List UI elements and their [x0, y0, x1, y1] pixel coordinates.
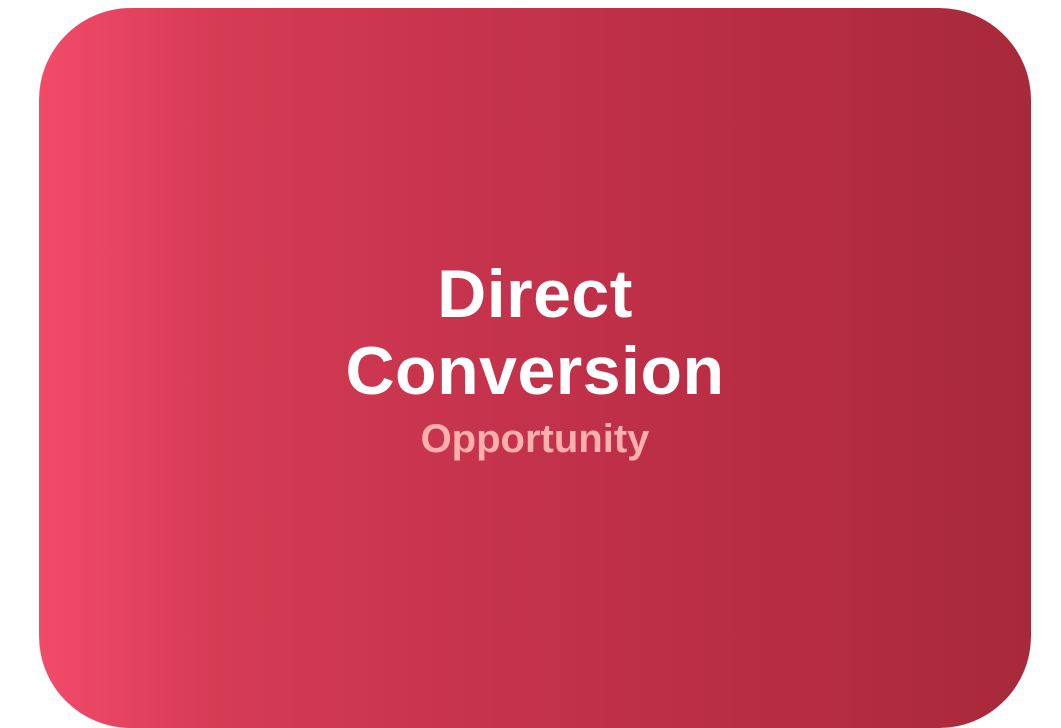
- direct-conversion-card: Direct Conversion Opportunity: [39, 8, 1031, 728]
- card-title: Direct Conversion: [345, 256, 724, 410]
- card-title-line-1: Direct: [437, 256, 633, 332]
- card-subtitle: Opportunity: [420, 417, 650, 461]
- card-title-line-2: Conversion: [345, 333, 725, 409]
